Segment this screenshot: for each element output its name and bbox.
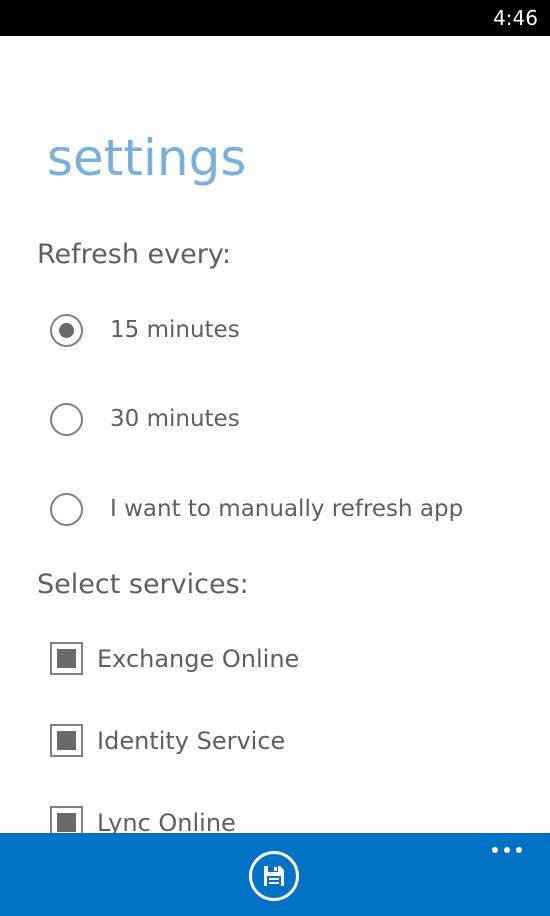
radio-option-30-minutes[interactable]: 30 minutes bbox=[0, 391, 550, 451]
app-bar bbox=[0, 833, 550, 916]
floppy-disk-icon bbox=[264, 866, 284, 886]
checkbox[interactable] bbox=[50, 642, 83, 675]
services-section-label: Select services: bbox=[37, 569, 249, 600]
radio-button[interactable] bbox=[50, 403, 83, 436]
radio-button[interactable] bbox=[50, 493, 83, 526]
radio-option-label: 30 minutes bbox=[110, 406, 240, 432]
checkbox-checked-fill bbox=[57, 731, 76, 750]
refresh-section-label: Refresh every: bbox=[37, 239, 231, 270]
radio-button[interactable] bbox=[50, 314, 83, 347]
page-title: settings bbox=[47, 129, 247, 187]
status-time: 4:46 bbox=[493, 6, 538, 30]
checkbox-checked-fill bbox=[57, 813, 76, 832]
checkbox-label: Exchange Online bbox=[97, 645, 300, 673]
save-button[interactable] bbox=[249, 851, 299, 901]
checkbox-checked-fill bbox=[57, 649, 76, 668]
radio-selected-dot bbox=[59, 323, 74, 338]
checkbox-exchange-online[interactable]: Exchange Online bbox=[0, 634, 550, 690]
checkbox-label: Identity Service bbox=[97, 727, 286, 755]
checkbox-identity-service[interactable]: Identity Service bbox=[0, 716, 550, 772]
radio-option-manual-refresh[interactable]: I want to manually refresh app bbox=[0, 481, 550, 541]
radio-option-label: 15 minutes bbox=[110, 317, 240, 343]
radio-option-15-minutes[interactable]: 15 minutes bbox=[0, 302, 550, 362]
status-bar: 4:46 bbox=[0, 0, 550, 36]
more-options-button[interactable] bbox=[492, 845, 524, 857]
radio-option-label: I want to manually refresh app bbox=[110, 496, 464, 522]
checkbox[interactable] bbox=[50, 724, 83, 757]
